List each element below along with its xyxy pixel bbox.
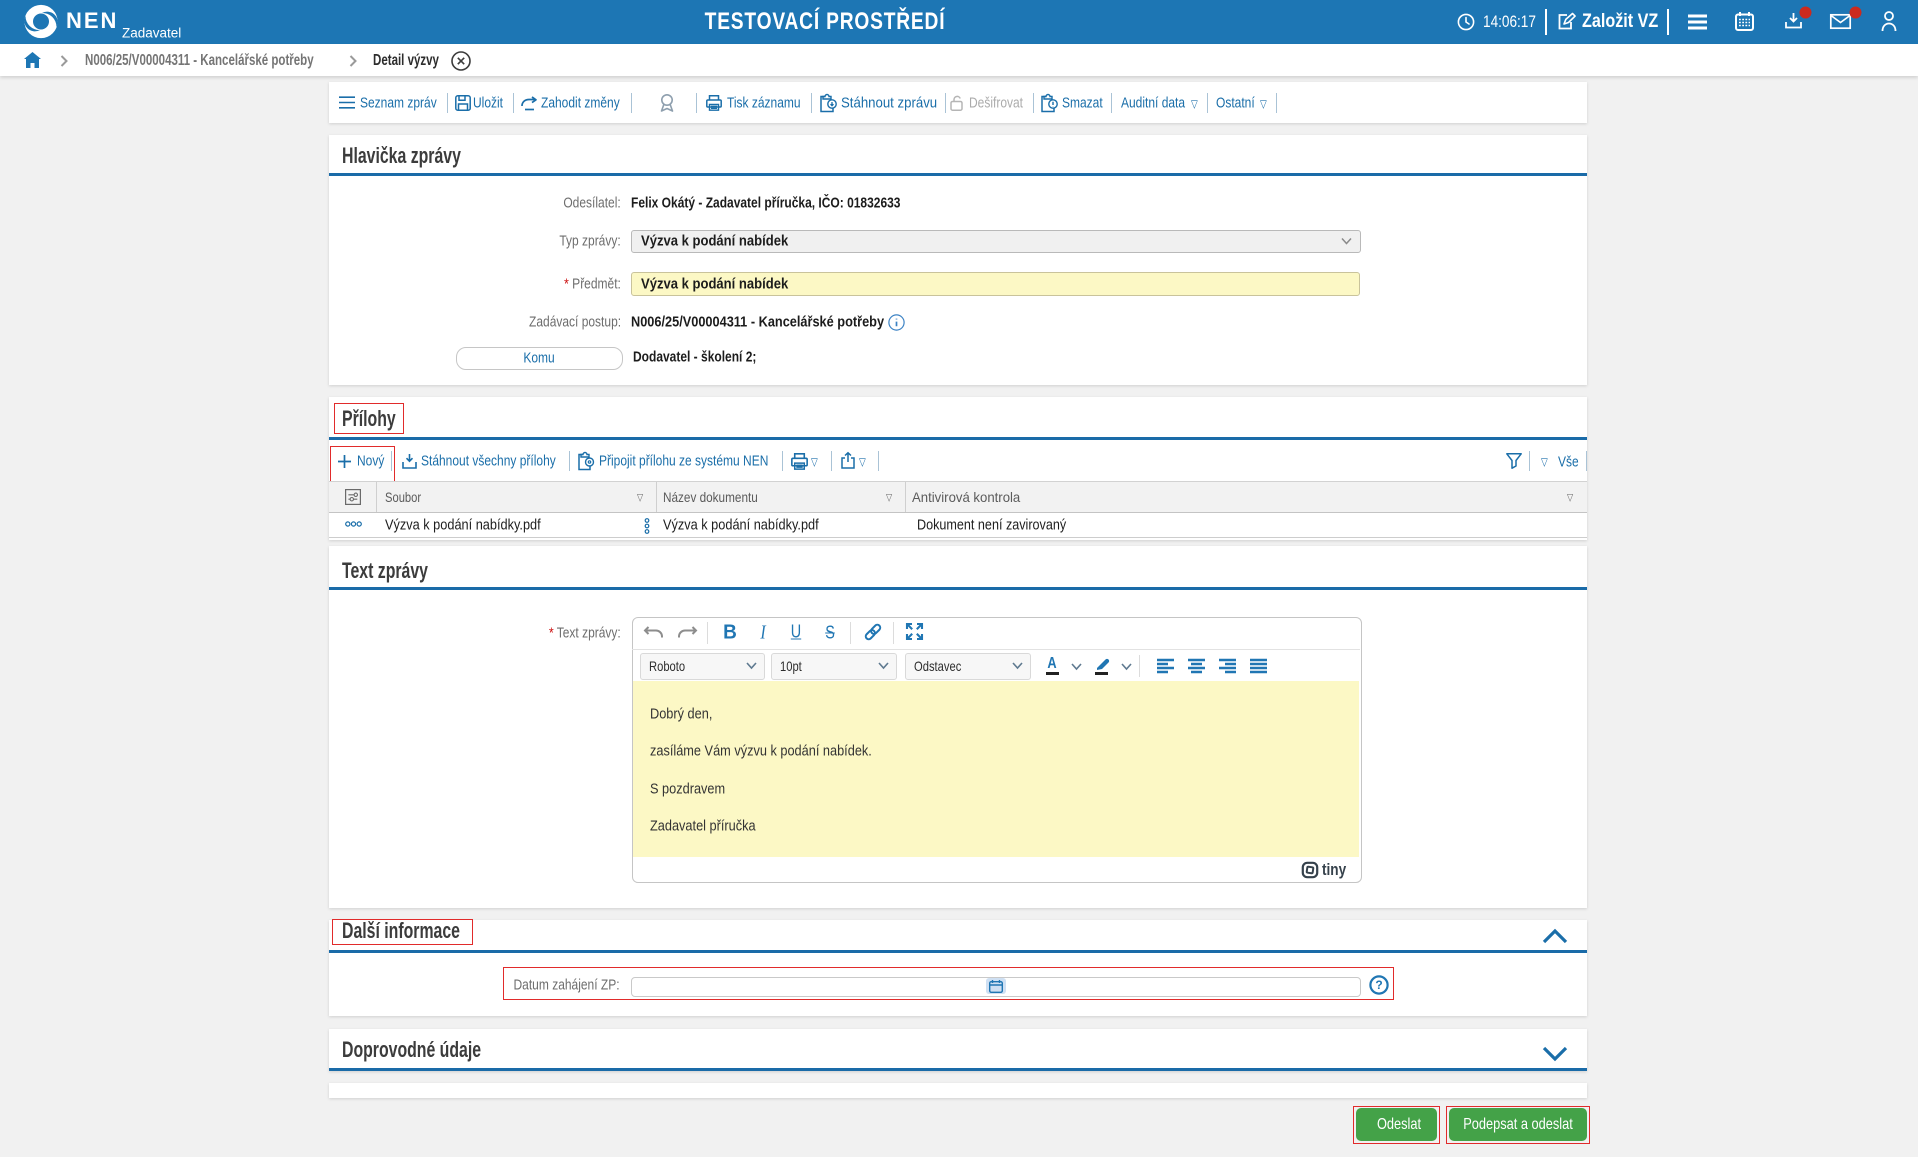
svg-text:?: ? <box>1375 978 1382 992</box>
